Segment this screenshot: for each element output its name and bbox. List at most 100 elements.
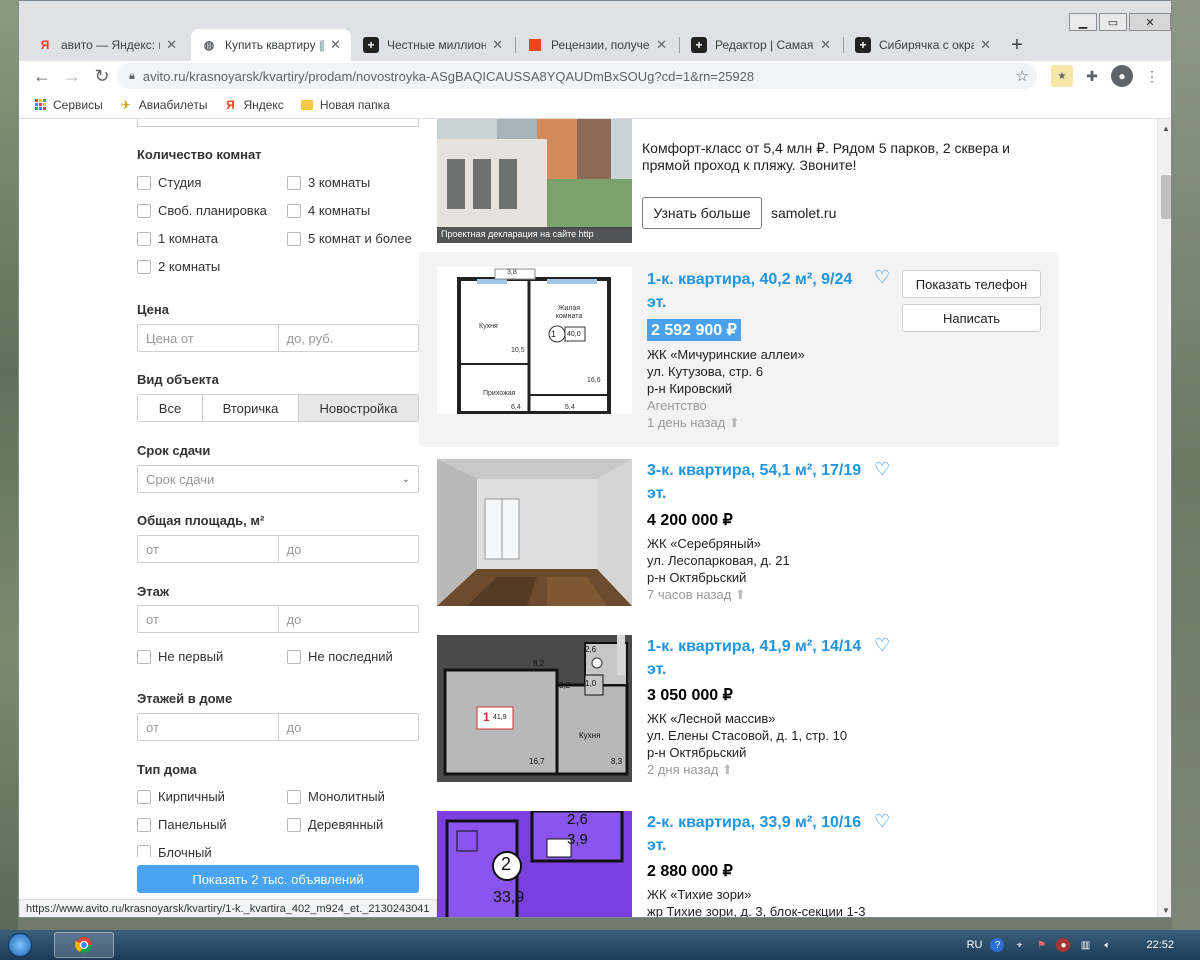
close-tab-icon[interactable]: ✕ (330, 37, 341, 53)
listing-address: ул. Лесопарковая, д. 21 (647, 553, 790, 568)
tab-avito-active[interactable]: ◍ Купить квартиру 🏢 ✕ (191, 29, 351, 61)
listing-floorplan-image[interactable]: 2,6 8,2 3,2 1,0 16,7 8,3 Кухня 1 41,9 (437, 635, 632, 782)
floor-from-input[interactable]: от (138, 606, 278, 632)
browser-toolbar: ← → ↻ 🔒︎ avito.ru/krasnoyarsk/kvartiry/p… (19, 61, 1171, 91)
favorite-heart-icon[interactable]: ♡ (874, 635, 890, 656)
profile-avatar-icon[interactable]: ● (1111, 65, 1133, 87)
checkbox-panel[interactable]: Панельный (137, 817, 227, 832)
favorite-heart-icon[interactable]: ♡ (874, 811, 890, 832)
bookmark-new-folder[interactable]: Новая папка (300, 98, 390, 112)
checkbox-2-rooms[interactable]: 2 комнаты (137, 259, 220, 274)
listing-card[interactable]: 2,6 8,2 3,2 1,0 16,7 8,3 Кухня 1 41,9 1-… (419, 635, 1059, 795)
price-from-input[interactable]: Цена от (138, 325, 278, 351)
help-icon[interactable]: ? (990, 938, 1005, 952)
floors-total-from-input[interactable]: от (138, 714, 278, 740)
checkbox-studio[interactable]: Студия (137, 175, 201, 190)
language-indicator[interactable]: RU (967, 939, 983, 951)
listing-title[interactable]: 1-к. квартира, 40,2 м², 9/24 эт. (647, 268, 873, 314)
checkbox-brick[interactable]: Кирпичный (137, 789, 225, 804)
listing-address: ул. Елены Стасовой, д. 1, стр. 10 (647, 728, 848, 743)
close-tab-icon[interactable]: ✕ (820, 37, 831, 53)
floors-total-heading: Этажей в доме (137, 691, 233, 706)
checkbox-not-last[interactable]: Не последний (287, 649, 393, 664)
deadline-select[interactable]: Срок сдачи ⌄ (137, 465, 419, 493)
yandex-icon: Я (40, 38, 50, 52)
new-tab-button[interactable]: + (1005, 33, 1029, 57)
tab-4[interactable]: Рецензии, получен ✕ (517, 29, 677, 61)
listing-title[interactable]: 1-к. квартира, 41,9 м², 14/14 эт. (647, 635, 873, 681)
price-to-input[interactable]: до, руб. (277, 325, 419, 351)
floor-to-input[interactable]: до (277, 606, 419, 632)
plus-square-icon: + (363, 37, 379, 53)
checkbox-3-rooms[interactable]: 3 комнаты (287, 175, 370, 190)
bookmark-services[interactable]: Сервисы (33, 98, 103, 112)
tab-6[interactable]: + Сибирячка с окраи ✕ (845, 29, 1001, 61)
page-scrollbar[interactable]: ▲ ▼ (1157, 119, 1171, 917)
floors-total-to-input[interactable]: до (277, 714, 419, 740)
tab-5[interactable]: + Редактор | Самая гр ✕ (681, 29, 841, 61)
puzzle-extensions-icon[interactable]: ✚ (1081, 65, 1103, 87)
favorite-heart-icon[interactable]: ♡ (874, 267, 890, 288)
tab-yandex-search[interactable]: Я авито — Яндекс: на ✕ (27, 29, 187, 61)
checkbox-block[interactable]: Блочный (137, 845, 212, 857)
start-button[interactable] (0, 930, 40, 960)
desktop-background-left (0, 0, 18, 930)
listing-photo[interactable] (437, 459, 632, 606)
show-phone-button[interactable]: Показать телефон (902, 270, 1041, 298)
scroll-down-arrow-icon[interactable]: ▼ (1158, 903, 1171, 917)
checkbox-1-room[interactable]: 1 комната (137, 231, 218, 246)
extension-icon[interactable]: ★ (1051, 65, 1073, 87)
bookmark-yandex[interactable]: Я Яндекс (223, 98, 284, 112)
checkbox-not-first[interactable]: Не первый (137, 649, 223, 664)
tab-3[interactable]: + Честные миллионы ✕ (353, 29, 513, 61)
menu-kebab-icon[interactable]: ⋮ (1141, 65, 1163, 87)
listing-address: жр Тихие зори, д. 3, блок-секции 1-3 (647, 904, 866, 918)
close-tab-icon[interactable]: ✕ (166, 37, 177, 53)
ad-learn-more-button[interactable]: Узнать больше (642, 197, 762, 229)
listing-card[interactable]: 3-к. квартира, 54,1 м², 17/19 эт. ♡ 4 20… (419, 459, 1059, 619)
ad-image[interactable]: Проектная декларация на сайте http (437, 119, 632, 243)
checkbox-monolith[interactable]: Монолитный (287, 789, 385, 804)
bookmarks-bar: Сервисы ✈ Авиабилеты Я Яндекс Новая папк… (19, 91, 1171, 119)
checkbox-wooden[interactable]: Деревянный (287, 817, 383, 832)
listing-floorplan-image[interactable]: 2,6 3,9 2 33,9 (437, 811, 632, 917)
write-message-button[interactable]: Написать (902, 304, 1041, 332)
bookmark-star-icon[interactable]: ☆ (1016, 67, 1029, 85)
taskbar-chrome-app[interactable] (54, 932, 114, 958)
address-bar[interactable]: 🔒︎ avito.ru/krasnoyarsk/kvartiry/prodam/… (117, 63, 1037, 89)
forward-arrow-icon[interactable]: → (57, 62, 87, 90)
area-to-input[interactable]: до (277, 536, 419, 562)
volume-icon[interactable]: 🔈︎ (1100, 938, 1114, 952)
segment-new-building[interactable]: Новостройка (298, 395, 418, 421)
segment-secondary[interactable]: Вторичка (202, 395, 298, 421)
close-tab-icon[interactable]: ✕ (656, 37, 667, 53)
close-tab-icon[interactable]: ✕ (980, 37, 991, 53)
ad-site-link[interactable]: samolet.ru (771, 205, 836, 221)
scroll-up-arrow-icon[interactable]: ▲ (1158, 121, 1171, 135)
flag-alert-icon[interactable]: ⚑ (1034, 938, 1048, 952)
listing-floorplan-image[interactable]: Кухня Жилая комната Прихожая 3,8 10,5 16… (437, 267, 632, 414)
close-tab-icon[interactable]: ✕ (492, 37, 503, 53)
antivirus-icon[interactable]: ● (1056, 938, 1071, 952)
area-from-input[interactable]: от (138, 536, 278, 562)
listing-card[interactable]: Кухня Жилая комната Прихожая 3,8 10,5 16… (419, 252, 1059, 447)
scrollbar-thumb[interactable] (1161, 175, 1171, 219)
show-results-button[interactable]: Показать 2 тыс. объявлений (137, 865, 419, 893)
checkbox-free-layout[interactable]: Своб. планировка (137, 203, 267, 218)
pin-icon[interactable]: ⌖ (1012, 938, 1026, 952)
network-icon[interactable]: ▥ (1078, 938, 1092, 952)
listing-title[interactable]: 3-к. квартира, 54,1 м², 17/19 эт. (647, 459, 873, 505)
favorite-heart-icon[interactable]: ♡ (874, 459, 890, 480)
clock[interactable]: 22:52 (1146, 939, 1174, 951)
floorplan-4-drawing (437, 811, 632, 917)
listing-title[interactable]: 2-к. квартира, 33,9 м², 10/16 эт. (647, 811, 873, 857)
listing-card[interactable]: 2,6 3,9 2 33,9 2-к. квартира, 33,9 м², 1… (419, 811, 1059, 918)
bookmark-flights[interactable]: ✈ Авиабилеты (119, 98, 208, 112)
reload-icon[interactable]: ↻ (87, 62, 117, 90)
checkbox-4-rooms[interactable]: 4 комнаты (287, 203, 370, 218)
plus-square-icon: + (855, 37, 871, 53)
page-viewport: Количество комнат Студия Своб. планировк… (19, 119, 1171, 918)
segment-all[interactable]: Все (138, 395, 202, 421)
checkbox-5-plus-rooms[interactable]: 5 комнат и более (287, 231, 412, 246)
back-arrow-icon[interactable]: ← (27, 62, 57, 90)
